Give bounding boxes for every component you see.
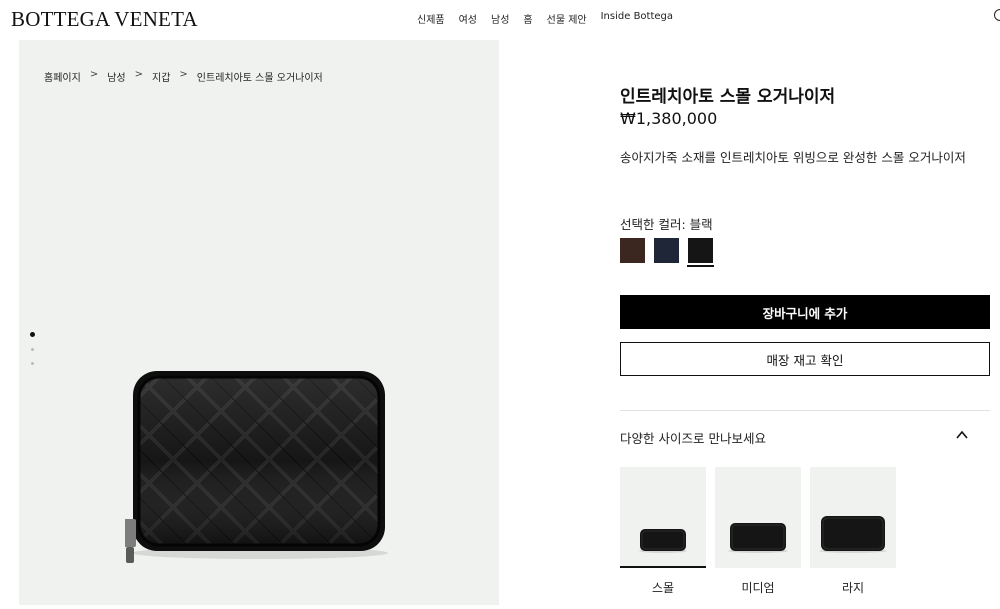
wallet-small-image [639,529,687,553]
gallery-pagination [30,332,35,365]
size-thumbnail [810,467,896,568]
breadcrumb-wallets[interactable]: 지갑 [152,69,170,84]
breadcrumb-men[interactable]: 남성 [107,69,125,84]
color-swatch-black[interactable] [687,238,714,267]
gallery-dot-2[interactable] [31,348,34,351]
check-store-stock-button[interactable]: 매장 재고 확인 [620,342,990,376]
size-thumbnail [715,467,801,568]
size-option-large[interactable]: 라지 [810,467,896,596]
breadcrumb-current: 인트레치아토 스몰 오거나이저 [196,73,323,84]
nav-item-gifts[interactable]: 선물 제안 [547,11,587,26]
nav-item-men[interactable]: 남성 [491,11,509,26]
size-options: 스몰 미디엄 라지 [620,467,896,596]
product-title: 인트레치아토 스몰 오거나이저 [620,87,836,107]
selected-color-label: 선택한 컬러: 블랙 [620,217,713,232]
nav-item-home[interactable]: 홈 [523,11,532,26]
wallet-large-image [819,516,887,553]
wallet-medium-image [728,523,788,553]
breadcrumb: 홈페이지 > 남성 > 지갑 > 인트레치아토 스몰 오거나이저 [44,69,323,84]
site-header: BOTTEGA VENETA 신제품 여성 남성 홈 선물 제안 Inside … [0,0,1000,38]
color-swatches [620,238,714,267]
add-to-cart-button[interactable]: 장바구니에 추가 [620,295,990,329]
breadcrumb-separator: > [179,69,188,80]
product-gallery[interactable]: 홈페이지 > 남성 > 지갑 > 인트레치아토 스몰 오거나이저 [19,40,499,605]
product-image [125,371,388,563]
size-option-small[interactable]: 스몰 [620,467,706,596]
breadcrumb-separator: > [89,69,99,80]
color-swatch-navy[interactable] [654,238,679,263]
color-swatch-brown[interactable] [620,238,645,263]
nav-item-women[interactable]: 여성 [459,11,477,26]
product-description: 송아지가죽 소재를 인트레치아토 위빙으로 완성한 스몰 오거나이저 [620,150,966,165]
divider [620,410,990,411]
size-label: 스몰 [651,581,675,595]
size-label: 미디엄 [741,581,775,595]
chevron-up-icon[interactable] [955,428,969,442]
product-price: ₩1,380,000 [620,109,718,128]
brand-logo[interactable]: BOTTEGA VENETA [11,7,198,32]
size-option-medium[interactable]: 미디엄 [715,467,801,596]
nav-item-new[interactable]: 신제품 [417,11,445,26]
breadcrumb-separator: > [134,69,143,80]
breadcrumb-home[interactable]: 홈페이지 [44,69,81,84]
size-label: 라지 [841,581,865,595]
main-nav: 신제품 여성 남성 홈 선물 제안 Inside Bottega [417,11,673,26]
sizes-section-title: 다양한 사이즈로 만나보세요 [620,431,766,446]
gallery-dot-1[interactable] [30,332,35,337]
nav-item-inside-bottega[interactable]: Inside Bottega [601,11,673,26]
gallery-dot-3[interactable] [31,362,34,365]
search-icon[interactable] [994,9,1000,21]
size-thumbnail [620,467,706,568]
